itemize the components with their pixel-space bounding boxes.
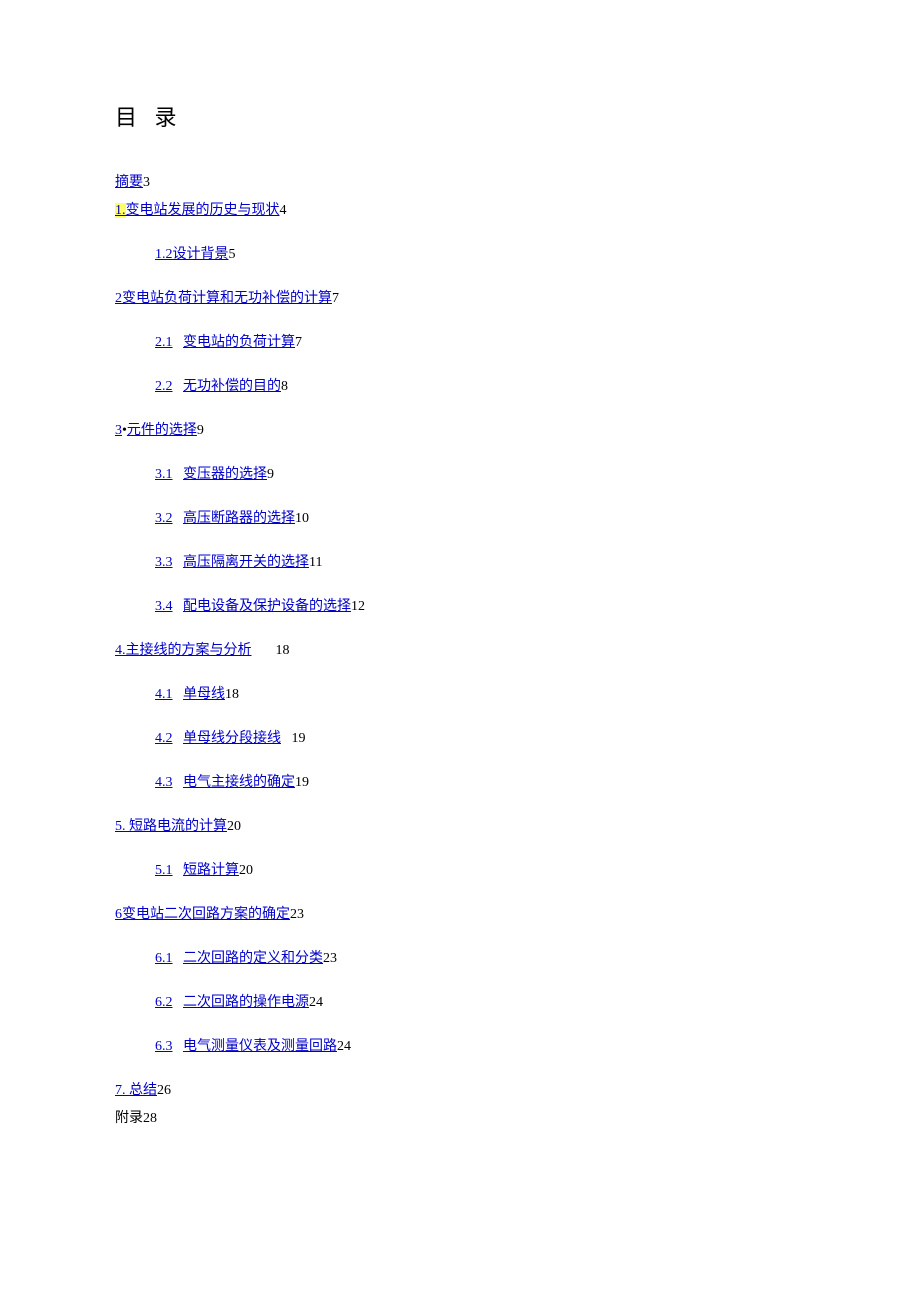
toc-link-num[interactable]: 5.1	[155, 863, 173, 878]
toc-entry-s2-1: 2.1 变电站的负荷计算7	[115, 332, 810, 354]
toc-entry-s6-1: 6.1 二次回路的定义和分类23	[115, 948, 810, 970]
toc-link-s7[interactable]: 7. 总结	[115, 1083, 157, 1098]
toc-entry-s4-2: 4.2 单母线分段接线 19	[115, 728, 810, 750]
toc-entry-s4-3: 4.3 电气主接线的确定19	[115, 772, 810, 794]
toc-page: 12	[351, 599, 365, 614]
toc-link-label[interactable]: 高压断路器的选择	[183, 511, 295, 526]
toc-page: 23	[290, 907, 304, 922]
toc-link-s3-label[interactable]: 元件的选择	[127, 423, 197, 438]
toc-link-num[interactable]: 3.3	[155, 555, 173, 570]
toc-page: 11	[309, 555, 322, 570]
toc-page: 20	[227, 819, 241, 834]
toc-page: 20	[239, 863, 253, 878]
toc-link-label[interactable]: 变电站的负荷计算	[183, 335, 295, 350]
toc-title: 目 录	[115, 100, 810, 132]
toc-link-s1-label[interactable]: 变电站发展的历史与现状	[126, 203, 280, 218]
toc-entry-s4: 4.主接线的方案与分析 18	[115, 640, 810, 662]
toc-link-num[interactable]: 6.2	[155, 995, 173, 1010]
toc-link-s5[interactable]: 5. 短路电流的计算	[115, 819, 227, 834]
toc-page: 26	[157, 1083, 171, 1098]
toc-entry-s2-2: 2.2 无功补偿的目的8	[115, 376, 810, 398]
toc-page: 23	[323, 951, 337, 966]
toc-page: 4	[280, 203, 287, 218]
toc-link-label[interactable]: 配电设备及保护设备的选择	[183, 599, 351, 614]
document-page: 目 录 摘要3 1.变电站发展的历史与现状4 1.2设计背景5 2变电站负荷计算…	[0, 0, 920, 1236]
toc-entry-s6-2: 6.2 二次回路的操作电源24	[115, 992, 810, 1014]
toc-link-num[interactable]: 6.1	[155, 951, 173, 966]
toc-page: 3	[143, 175, 150, 190]
toc-link-label[interactable]: 无功补偿的目的	[183, 379, 281, 394]
toc-page: 24	[337, 1039, 351, 1054]
toc-link-s3-num[interactable]: 3	[115, 423, 122, 438]
toc-link-s4[interactable]: 4.主接线的方案与分析	[115, 643, 252, 658]
toc-link-num[interactable]: 4.1	[155, 687, 173, 702]
toc-entry-s4-1: 4.1 单母线18	[115, 684, 810, 706]
toc-page: 19	[295, 775, 309, 790]
toc-entry-s7: 7. 总结26	[115, 1080, 810, 1102]
toc-entry-s6: 6变电站二次回路方案的确定23	[115, 904, 810, 926]
toc-entry-s1-2: 1.2设计背景5	[115, 244, 810, 266]
toc-entry-s1: 1.变电站发展的历史与现状4	[115, 200, 810, 222]
toc-link-s1-2[interactable]: 1.2设计背景	[155, 247, 229, 262]
toc-link-num[interactable]: 4.2	[155, 731, 173, 746]
toc-page: 24	[309, 995, 323, 1010]
toc-link-label[interactable]: 电气主接线的确定	[183, 775, 295, 790]
toc-entry-appendix: 附录28	[115, 1108, 810, 1130]
toc-link-num[interactable]: 3.2	[155, 511, 173, 526]
toc-entry-s3: 3•元件的选择9	[115, 420, 810, 442]
toc-page: 5	[229, 247, 236, 262]
toc-link-num[interactable]: 3.1	[155, 467, 173, 482]
toc-link-label[interactable]: 二次回路的定义和分类	[183, 951, 323, 966]
toc-appendix-label: 附录	[115, 1111, 143, 1126]
toc-link-num[interactable]: 6.3	[155, 1039, 173, 1054]
toc-entry-abstract: 摘要3	[115, 172, 810, 194]
toc-link-label[interactable]: 二次回路的操作电源	[183, 995, 309, 1010]
toc-link-label[interactable]: 电气测量仪表及测量回路	[183, 1039, 337, 1054]
toc-link-s6[interactable]: 6变电站二次回路方案的确定	[115, 907, 290, 922]
toc-link-label[interactable]: 高压隔离开关的选择	[183, 555, 309, 570]
toc-page: 18	[276, 643, 290, 658]
toc-link-label[interactable]: 单母线分段接线	[183, 731, 281, 746]
toc-link-num[interactable]: 2.1	[155, 335, 173, 350]
toc-entry-s5-1: 5.1 短路计算20	[115, 860, 810, 882]
toc-page: 19	[292, 731, 306, 746]
toc-page: 9	[267, 467, 274, 482]
toc-page: 10	[295, 511, 309, 526]
toc-page: 8	[281, 379, 288, 394]
toc-link-num[interactable]: 3.4	[155, 599, 173, 614]
toc-entry-s3-4: 3.4 配电设备及保护设备的选择12	[115, 596, 810, 618]
toc-link-abstract[interactable]: 摘要	[115, 175, 143, 190]
toc-link-num[interactable]: 4.3	[155, 775, 173, 790]
toc-entry-s3-1: 3.1 变压器的选择9	[115, 464, 810, 486]
toc-page: 7	[332, 291, 339, 306]
toc-page: 28	[143, 1111, 157, 1126]
toc-entry-s3-3: 3.3 高压隔离开关的选择11	[115, 552, 810, 574]
toc-page: 7	[295, 335, 302, 350]
toc-link-label[interactable]: 单母线	[183, 687, 225, 702]
toc-link-s2[interactable]: 2变电站负荷计算和无功补偿的计算	[115, 291, 332, 306]
toc-page: 9	[197, 423, 204, 438]
toc-link-label[interactable]: 短路计算	[183, 863, 239, 878]
toc-entry-s2: 2变电站负荷计算和无功补偿的计算7	[115, 288, 810, 310]
toc-page: 18	[225, 687, 239, 702]
toc-link-label[interactable]: 变压器的选择	[183, 467, 267, 482]
toc-link-s1-num[interactable]: 1.	[115, 203, 126, 218]
toc-link-num[interactable]: 2.2	[155, 379, 173, 394]
toc-entry-s6-3: 6.3 电气测量仪表及测量回路24	[115, 1036, 810, 1058]
toc-entry-s5: 5. 短路电流的计算20	[115, 816, 810, 838]
toc-entry-s3-2: 3.2 高压断路器的选择10	[115, 508, 810, 530]
